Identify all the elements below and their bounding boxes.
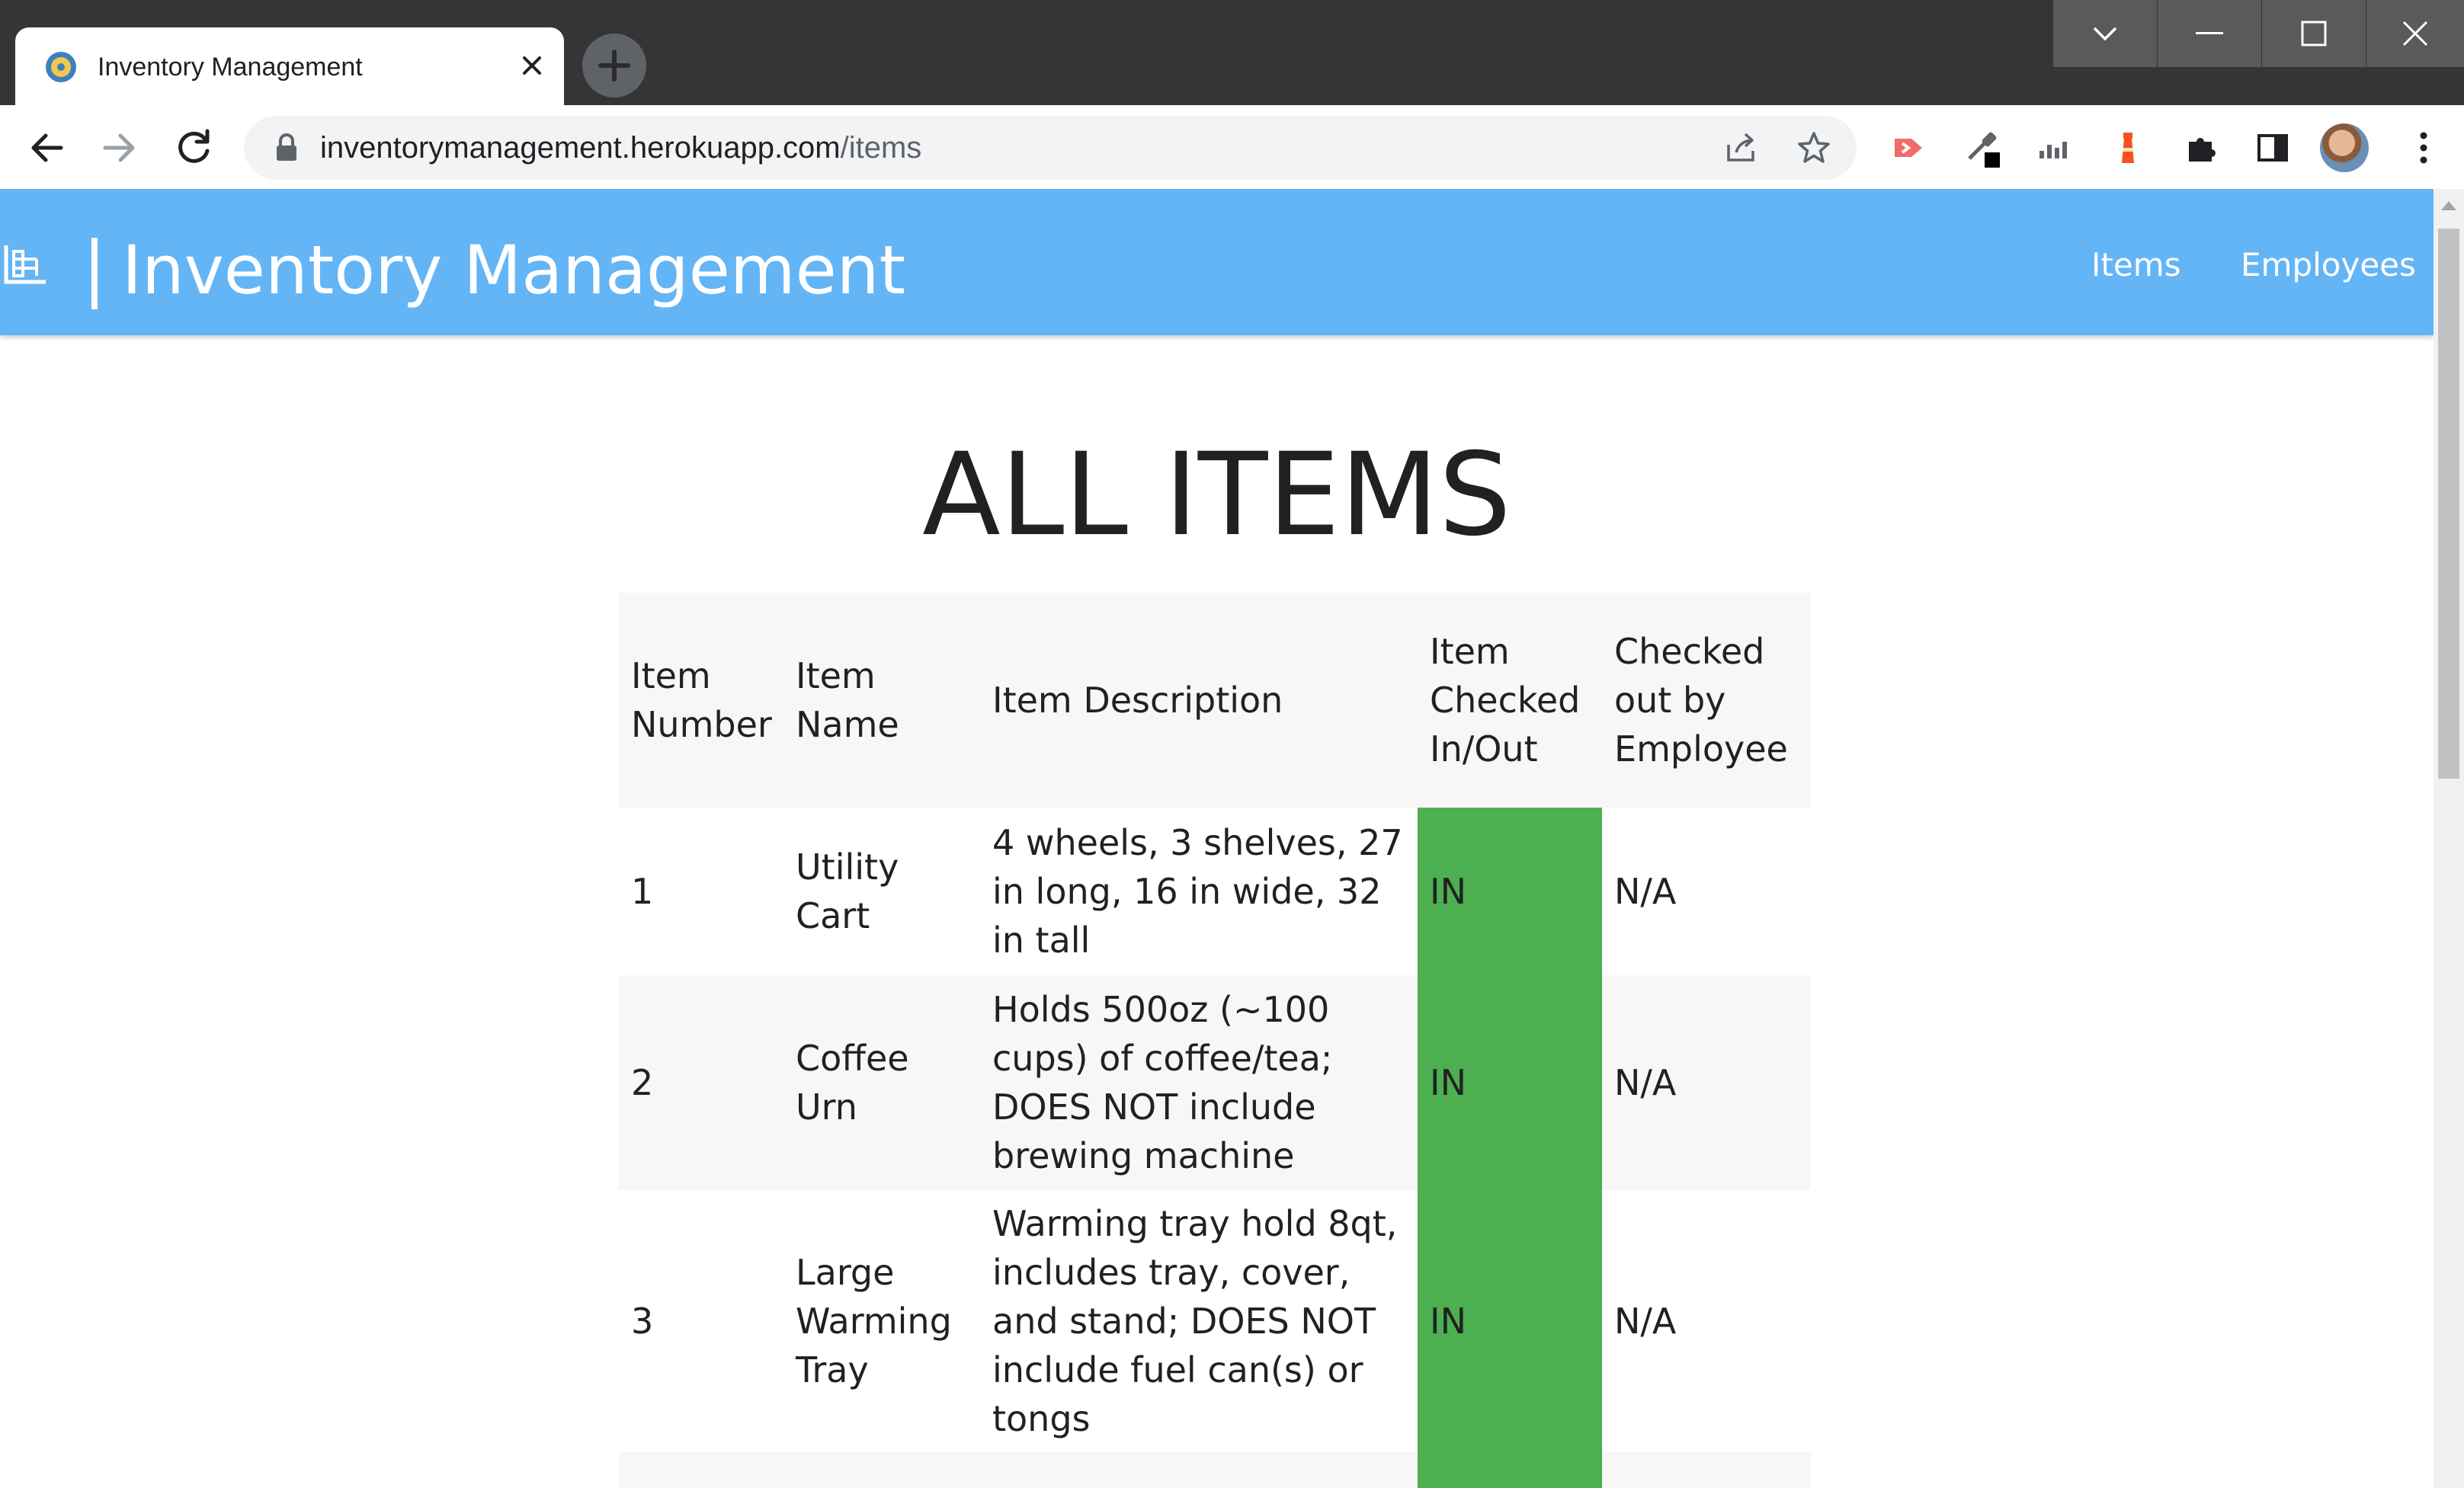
page-scrollbar[interactable] — [2434, 189, 2464, 1488]
app-favicon-icon — [46, 52, 76, 82]
table-row: 2 Coffee Urn Holds 500oz (~100 cups) of … — [619, 975, 1811, 1190]
scroll-up-arrow-icon[interactable] — [2441, 201, 2456, 210]
extension-eyedropper-icon[interactable] — [1962, 128, 2001, 168]
item-number-cell: 3 — [631, 1301, 654, 1342]
url-host: inventorymanagement.herokuapp.com — [320, 131, 841, 165]
item-number-cell — [619, 1452, 783, 1488]
bookmark-star-icon[interactable] — [1796, 130, 1832, 166]
item-status-cell — [1418, 1452, 1602, 1488]
extension-lighthouse-icon[interactable] — [2108, 128, 2148, 168]
item-employee-cell: N/A — [1614, 1301, 1677, 1342]
plus-icon — [598, 50, 630, 82]
item-number-cell: 1 — [631, 871, 654, 912]
address-bar[interactable]: inventorymanagement.herokuapp.com/items — [244, 116, 1857, 180]
side-panel-icon[interactable] — [2253, 128, 2293, 168]
item-name-cell: Coffee Urn — [796, 1038, 909, 1128]
extension-red-arrow-icon[interactable] — [1889, 128, 1928, 168]
column-header-item-description: Item Description — [992, 680, 1283, 721]
item-name-cell: Large Warming Tray — [796, 1252, 952, 1390]
profile-avatar[interactable] — [2320, 123, 2369, 172]
close-icon — [2402, 21, 2428, 46]
item-employee-cell — [1602, 1452, 1811, 1488]
lock-icon[interactable] — [270, 131, 303, 165]
tab-title: Inventory Management — [98, 53, 363, 82]
inventory-logo-icon[interactable] — [2, 242, 49, 288]
brand-title[interactable]: Inventory Management — [122, 229, 905, 312]
tab-close-icon[interactable] — [517, 50, 547, 81]
item-description-cell — [980, 1452, 1418, 1488]
column-header-item-name: Item Name — [796, 655, 899, 745]
page-viewport: Inventory Management Items Employees ALL… — [0, 189, 2464, 1488]
maximize-icon — [2301, 21, 2327, 46]
tab-search-button[interactable] — [2053, 0, 2157, 67]
scrollbar-thumb[interactable] — [2438, 229, 2459, 779]
table-row: 3 Large Warming Tray Warming tray hold 8… — [619, 1190, 1811, 1452]
forward-arrow-icon[interactable] — [95, 123, 143, 172]
item-description-cell: Holds 500oz (~100 cups) of coffee/tea; D… — [992, 989, 1333, 1176]
item-status-cell: IN — [1418, 975, 1602, 1190]
url-path: /items — [840, 131, 922, 165]
browser-toolbar: inventorymanagement.herokuapp.com/items — [0, 105, 2464, 189]
browser-tab[interactable]: Inventory Management — [15, 27, 564, 105]
reload-icon[interactable] — [169, 123, 218, 172]
share-icon[interactable] — [1722, 130, 1759, 166]
table-header-row: Item Number Item Name Item Description I… — [619, 593, 1811, 808]
item-employee-cell: N/A — [1614, 1062, 1677, 1103]
column-header-checked-out-by: Checked out by Employee — [1614, 631, 1788, 770]
table-row: 1 Utility Cart 4 wheels, 3 shelves, 27 i… — [619, 808, 1811, 975]
nav-link-items[interactable]: Items — [2091, 244, 2181, 286]
chevron-down-icon — [2093, 27, 2117, 41]
item-status-cell: IN — [1418, 808, 1602, 975]
page-title: ALL ITEMS — [922, 429, 1511, 562]
new-tab-button[interactable] — [582, 34, 646, 98]
extension-chart-icon[interactable] — [2035, 128, 2075, 168]
column-header-item-number: Item Number — [631, 655, 772, 745]
nav-link-employees[interactable]: Employees — [2241, 244, 2416, 286]
item-name-cell: Utility Cart — [796, 846, 899, 936]
table-row — [619, 1452, 1811, 1488]
item-description-cell: Warming tray hold 8qt, includes tray, co… — [992, 1203, 1398, 1439]
item-name-cell — [783, 1452, 980, 1488]
browser-titlebar: Inventory Management — [0, 0, 2464, 105]
item-status-cell: IN — [1418, 1190, 1602, 1452]
close-window-button[interactable] — [2366, 0, 2464, 67]
maximize-button[interactable] — [2262, 0, 2366, 67]
browser-menu-icon[interactable] — [2408, 128, 2439, 168]
item-employee-cell: N/A — [1614, 871, 1677, 912]
back-arrow-icon[interactable] — [23, 123, 72, 172]
url-text[interactable]: inventorymanagement.herokuapp.com/items — [320, 128, 921, 168]
item-number-cell: 2 — [631, 1062, 654, 1103]
minimize-button[interactable] — [2158, 0, 2261, 67]
brand-separator — [91, 238, 98, 309]
items-table: Item Number Item Name Item Description I… — [619, 593, 1811, 1488]
item-description-cell: 4 wheels, 3 shelves, 27 in long, 16 in w… — [992, 822, 1403, 961]
app-navbar: Inventory Management Items Employees — [0, 189, 2434, 335]
minimize-icon — [2196, 32, 2223, 34]
column-header-checked-in-out: Item Checked In/Out — [1430, 631, 1581, 770]
extensions-puzzle-icon[interactable] — [2181, 128, 2221, 168]
